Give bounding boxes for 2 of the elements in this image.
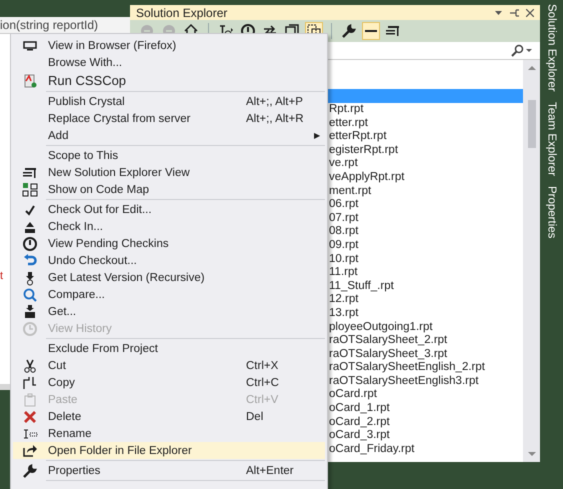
panel-title: Solution Explorer — [136, 6, 228, 20]
code-text: t — [0, 270, 4, 282]
